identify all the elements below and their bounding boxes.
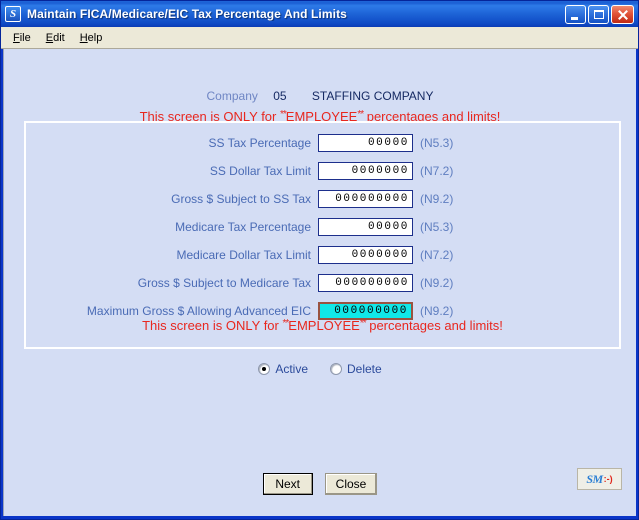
label-gross-subject-to-medicare-tax: Gross $ Subject to Medicare Tax	[26, 276, 318, 290]
app-icon: S	[5, 6, 21, 22]
input-medicare-tax-percentage[interactable]: 00000	[318, 218, 413, 236]
maximize-button[interactable]	[588, 5, 609, 24]
hint-gross-subject-to-medicare-tax: (N9.2)	[413, 276, 453, 290]
application-window: S Maintain FICA/Medicare/EIC Tax Percent…	[0, 0, 639, 520]
menu-item-help[interactable]: Help	[74, 30, 112, 46]
radio-delete-label: Delete	[347, 362, 382, 376]
input-ss-tax-percentage[interactable]: 00000	[318, 134, 413, 152]
warning-bottom-prefix: This screen is ONLY for	[142, 318, 282, 333]
window-bottom-border	[1, 516, 638, 519]
hint-ss-dollar-tax-limit: (N7.2)	[413, 164, 453, 178]
menu-item-edit[interactable]: Edit	[40, 30, 74, 46]
field-row-medicare-tax-percentage: Medicare Tax Percentage 00000 (N5.3)	[26, 215, 619, 239]
close-button-action[interactable]: Close	[325, 473, 378, 495]
menu-file-accel: F	[13, 32, 20, 44]
close-button[interactable]	[611, 5, 634, 24]
menu-bar: File Edit Help	[1, 27, 638, 49]
label-medicare-dollar-tax-limit: Medicare Dollar Tax Limit	[26, 248, 318, 262]
field-row-gross-subject-to-medicare-tax: Gross $ Subject to Medicare Tax 00000000…	[26, 271, 619, 295]
field-row-gross-subject-to-ss-tax: Gross $ Subject to SS Tax 000000000 (N9.…	[26, 187, 619, 211]
hint-max-gross-advanced-eic: (N9.2)	[413, 304, 453, 318]
menu-file-label: ile	[20, 32, 31, 44]
field-row-ss-tax-percentage: SS Tax Percentage 00000 (N5.3)	[26, 131, 619, 155]
warning-bottom-suffix: percentages and limits!	[366, 318, 503, 333]
input-gross-subject-to-ss-tax[interactable]: 000000000	[318, 190, 413, 208]
action-button-row: Next Close	[4, 473, 636, 495]
menu-edit-label: dit	[53, 32, 65, 44]
client-area: Company 05 STAFFING COMPANY This screen …	[3, 49, 636, 516]
radio-delete-icon[interactable]	[330, 363, 342, 375]
company-name: STAFFING COMPANY	[290, 89, 434, 103]
window-controls	[565, 5, 636, 24]
menu-help-accel: H	[80, 32, 88, 44]
company-label: Company	[207, 89, 258, 103]
sm-logo: SM :-)	[577, 468, 622, 490]
radio-option-active[interactable]: Active	[258, 362, 308, 376]
label-medicare-tax-percentage: Medicare Tax Percentage	[26, 220, 318, 234]
hint-medicare-dollar-tax-limit: (N7.2)	[413, 248, 453, 262]
input-gross-subject-to-medicare-tax[interactable]: 000000000	[318, 274, 413, 292]
label-ss-dollar-tax-limit: SS Dollar Tax Limit	[26, 164, 318, 178]
radio-active-icon[interactable]	[258, 363, 270, 375]
label-ss-tax-percentage: SS Tax Percentage	[26, 136, 318, 150]
sm-logo-text: SM	[586, 472, 602, 487]
minimize-icon	[571, 17, 578, 20]
warning-message-bottom: This screen is ONLY for **EMPLOYEE** per…	[26, 318, 619, 333]
company-number: 05	[261, 89, 286, 103]
smiley-icon: :-)	[603, 474, 613, 484]
warning-bottom-keyword: EMPLOYEE	[288, 318, 360, 333]
label-max-gross-advanced-eic: Maximum Gross $ Allowing Advanced EIC	[26, 304, 318, 318]
radio-active-label: Active	[275, 362, 308, 376]
title-bar: S Maintain FICA/Medicare/EIC Tax Percent…	[1, 1, 638, 27]
minimize-button[interactable]	[565, 5, 586, 24]
hint-ss-tax-percentage: (N5.3)	[413, 136, 453, 150]
field-row-medicare-dollar-tax-limit: Medicare Dollar Tax Limit 0000000 (N7.2)	[26, 243, 619, 267]
field-row-ss-dollar-tax-limit: SS Dollar Tax Limit 0000000 (N7.2)	[26, 159, 619, 183]
label-gross-subject-to-ss-tax: Gross $ Subject to SS Tax	[26, 192, 318, 206]
tax-settings-panel: SS Tax Percentage 00000 (N5.3) SS Dollar…	[24, 121, 621, 349]
maximize-icon	[594, 10, 604, 19]
next-button[interactable]: Next	[263, 473, 313, 495]
radio-option-delete[interactable]: Delete	[330, 362, 382, 376]
hint-gross-subject-to-ss-tax: (N9.2)	[413, 192, 453, 206]
tax-fields-list: SS Tax Percentage 00000 (N5.3) SS Dollar…	[26, 131, 619, 327]
record-status-group: Active Delete	[4, 362, 636, 376]
menu-help-label: elp	[88, 32, 103, 44]
window-title: Maintain FICA/Medicare/EIC Tax Percentag…	[21, 7, 565, 21]
hint-medicare-tax-percentage: (N5.3)	[413, 220, 453, 234]
company-header: Company 05 STAFFING COMPANY	[4, 89, 636, 103]
menu-item-file[interactable]: File	[7, 30, 40, 46]
input-ss-dollar-tax-limit[interactable]: 0000000	[318, 162, 413, 180]
menu-edit-accel: E	[46, 32, 53, 44]
input-medicare-dollar-tax-limit[interactable]: 0000000	[318, 246, 413, 264]
